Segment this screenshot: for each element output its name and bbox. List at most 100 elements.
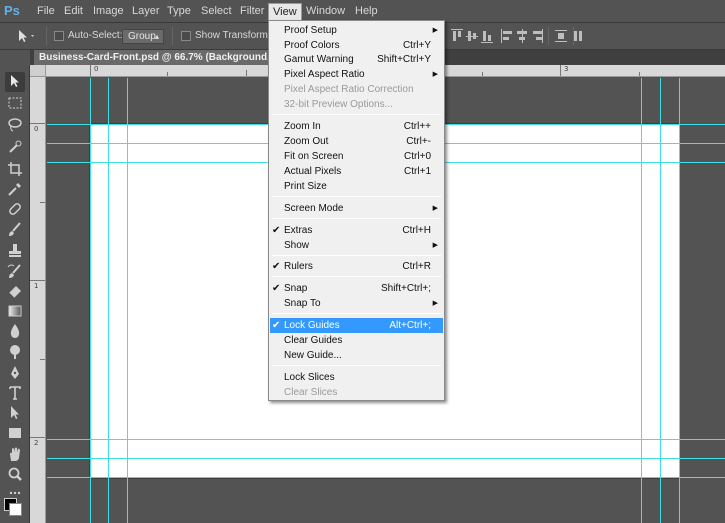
- horizontal-guide[interactable]: [47, 458, 725, 459]
- menu-image[interactable]: Image: [89, 3, 128, 20]
- vertical-guide[interactable]: [108, 78, 109, 523]
- menu-help[interactable]: Help: [351, 3, 382, 20]
- blur-tool-icon[interactable]: [5, 321, 25, 341]
- marquee-tool-icon[interactable]: [5, 93, 25, 113]
- menu-item-proof-colors[interactable]: Proof Colors Ctrl+Y: [270, 38, 443, 53]
- history-brush-tool-icon[interactable]: [5, 262, 25, 282]
- vertical-guide[interactable]: [641, 78, 642, 523]
- vertical-guide[interactable]: [660, 78, 661, 523]
- menu-item-actual-pixels[interactable]: Actual Pixels Ctrl+1: [270, 164, 443, 179]
- ruler-number: 2: [34, 439, 39, 447]
- brush-tool-icon[interactable]: [5, 220, 25, 240]
- menu-view[interactable]: View: [268, 3, 302, 20]
- menu-item-gamut-warning[interactable]: Gamut Warning Shift+Ctrl+Y: [270, 52, 443, 67]
- auto-select-checkbox[interactable]: [54, 31, 64, 41]
- clone-stamp-tool-icon[interactable]: [5, 241, 25, 261]
- move-tool-icon[interactable]: [5, 72, 25, 92]
- menu-window[interactable]: Window: [302, 3, 349, 20]
- menu-item-print-size[interactable]: Print Size: [270, 179, 443, 194]
- horizontal-guide[interactable]: [47, 477, 725, 478]
- submenu-arrow-icon: ▶: [432, 27, 438, 34]
- menu-item-clear-guides[interactable]: Clear Guides: [270, 333, 443, 348]
- move-tool-preset-icon[interactable]: [12, 28, 38, 44]
- dodge-tool-icon[interactable]: [5, 341, 25, 361]
- submenu-arrow-icon: ▶: [432, 300, 438, 307]
- menu-item-pixel-aspect-ratio-correction: Pixel Aspect Ratio Correction: [284, 84, 414, 95]
- align-vcenter-icon[interactable]: [466, 29, 478, 43]
- menu-separator: [272, 313, 441, 314]
- lasso-tool-icon[interactable]: [5, 115, 25, 135]
- menu-item-show[interactable]: Show ▶: [270, 238, 443, 253]
- menu-type[interactable]: Type: [163, 3, 195, 20]
- view-menu-dropdown: Proof Setup ▶ Proof Colors Ctrl+Y Gamut Wa…: [268, 20, 445, 401]
- photoshop-logo: Ps: [4, 3, 20, 18]
- ruler-number: 0: [34, 125, 39, 133]
- eraser-tool-icon[interactable]: [5, 281, 25, 301]
- vertical-guide[interactable]: [90, 78, 91, 523]
- ruler-origin[interactable]: [30, 65, 46, 77]
- vertical-ruler[interactable]: 0 1 2: [30, 77, 46, 523]
- menu-item-clear-slices: Clear Slices: [284, 387, 338, 398]
- menu-select[interactable]: Select: [197, 3, 236, 20]
- menu-item-fit-on-screen[interactable]: Fit on Screen Ctrl+0: [270, 149, 443, 164]
- show-transform-checkbox[interactable]: [181, 31, 191, 41]
- zoom-tool-icon[interactable]: [5, 465, 25, 485]
- show-transform-label: Show Transform Con: [195, 30, 268, 41]
- auto-align-icon[interactable]: [572, 29, 584, 43]
- menu-item-zoom-in[interactable]: Zoom In Ctrl++: [270, 119, 443, 134]
- horizontal-guide[interactable]: [47, 439, 725, 440]
- menu-item-screen-mode[interactable]: Screen Mode ▶: [270, 201, 443, 216]
- menu-separator: [272, 276, 441, 277]
- checkmark-icon: ✔: [272, 261, 281, 272]
- hand-tool-icon[interactable]: [5, 445, 25, 465]
- type-tool-icon[interactable]: [5, 383, 25, 403]
- gradient-tool-icon[interactable]: [5, 301, 25, 321]
- align-right-icon[interactable]: [531, 29, 543, 43]
- menu-item-new-guide[interactable]: New Guide...: [270, 348, 443, 363]
- menu-item-extras[interactable]: ✔ Extras Ctrl+H: [270, 223, 443, 238]
- dropdown-arrows-icon: ▴: [154, 32, 159, 41]
- menu-separator: [272, 255, 441, 256]
- checkmark-icon: ✔: [272, 320, 281, 331]
- menu-item-pixel-aspect-ratio[interactable]: Pixel Aspect Ratio ▶: [270, 67, 443, 82]
- auto-select-label: Auto-Select:: [68, 30, 123, 41]
- menu-item-snap-to[interactable]: Snap To ▶: [270, 296, 443, 311]
- align-left-icon[interactable]: [501, 29, 513, 43]
- vertical-guide[interactable]: [679, 78, 680, 523]
- ruler-number: 3: [564, 65, 569, 73]
- menu-filter[interactable]: Filter: [236, 3, 268, 20]
- menu-item-lock-guides[interactable]: ✔ Lock Guides Alt+Ctrl+;: [270, 318, 443, 333]
- align-bottom-icon[interactable]: [481, 29, 493, 43]
- menu-separator: [272, 114, 441, 115]
- ruler-number: 1: [34, 282, 39, 290]
- menu-item-proof-setup[interactable]: Proof Setup ▶: [270, 23, 443, 38]
- healing-brush-tool-icon[interactable]: [5, 199, 25, 219]
- menu-item-lock-slices[interactable]: Lock Slices: [270, 370, 443, 385]
- path-selection-tool-icon[interactable]: [5, 403, 25, 423]
- menu-item-rulers[interactable]: ✔ Rulers Ctrl+R: [270, 259, 443, 274]
- menu-item-32bit-preview-options: 32-bit Preview Options...: [284, 99, 393, 110]
- menu-separator: [272, 196, 441, 197]
- pen-tool-icon[interactable]: [5, 363, 25, 383]
- menu-item-zoom-out[interactable]: Zoom Out Ctrl+-: [270, 134, 443, 149]
- menu-separator: [272, 218, 441, 219]
- align-top-icon[interactable]: [451, 29, 463, 43]
- auto-select-dropdown[interactable]: Group ▴: [122, 29, 164, 44]
- document-tab[interactable]: Business-Card-Front.psd @ 66.7% (Backgro…: [34, 50, 270, 65]
- checkmark-icon: ✔: [272, 283, 281, 294]
- menu-item-snap[interactable]: ✔ Snap Shift+Ctrl+;: [270, 281, 443, 296]
- vertical-guide[interactable]: [127, 78, 128, 523]
- quick-selection-tool-icon[interactable]: [5, 137, 25, 157]
- background-color-swatch[interactable]: [9, 503, 22, 516]
- submenu-arrow-icon: ▶: [432, 205, 438, 212]
- menu-layer[interactable]: Layer: [128, 3, 164, 20]
- menu-separator: [272, 365, 441, 366]
- shape-tool-icon[interactable]: [5, 423, 25, 443]
- tools-panel: [0, 65, 30, 523]
- crop-tool-icon[interactable]: [5, 159, 25, 179]
- menu-edit[interactable]: Edit: [60, 3, 87, 20]
- align-hcenter-icon[interactable]: [516, 29, 528, 43]
- distribute-icon[interactable]: [555, 29, 567, 43]
- menu-file[interactable]: File: [33, 3, 59, 20]
- eyedropper-tool-icon[interactable]: [5, 179, 25, 199]
